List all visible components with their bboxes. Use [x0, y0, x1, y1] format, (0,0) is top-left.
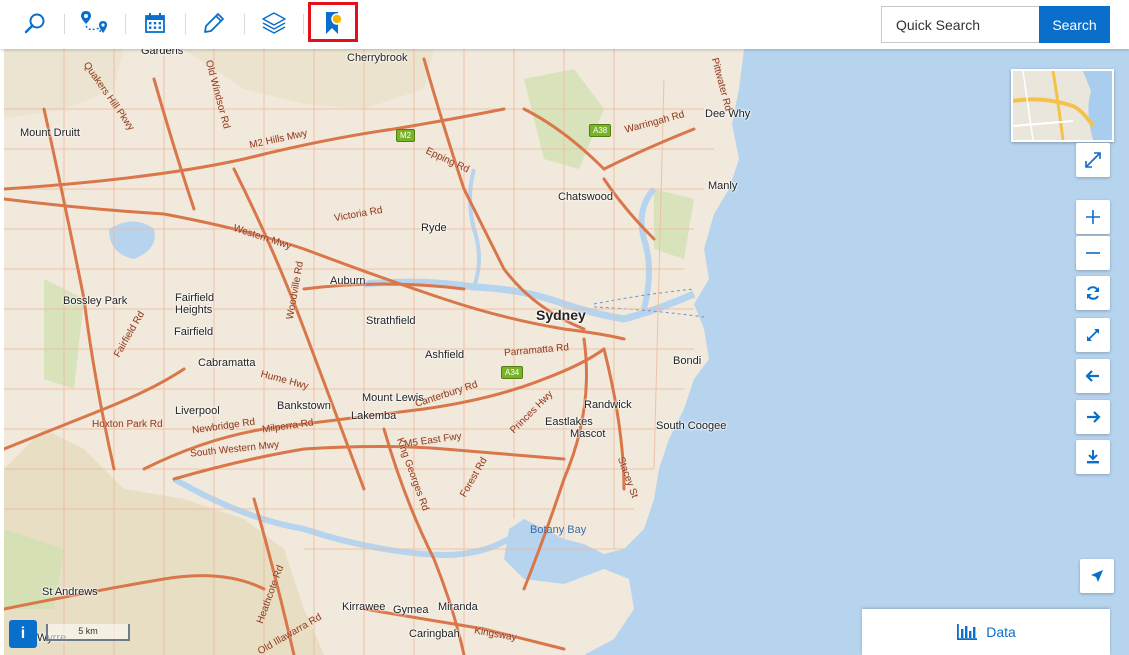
toolbar-separator: [125, 14, 126, 34]
place-label: Mount Druitt: [20, 127, 80, 139]
search-icon: [24, 13, 45, 34]
motorway-shield: M2: [396, 129, 416, 142]
overview-map[interactable]: [1011, 69, 1114, 142]
place-label: Liverpool: [175, 405, 220, 417]
search-button[interactable]: Search: [1039, 6, 1110, 43]
data-panel-label: Data: [986, 624, 1016, 640]
refresh-icon: [1087, 286, 1099, 300]
place-label: St Andrews: [42, 586, 98, 598]
scale-bar: 5 km: [46, 624, 130, 641]
refresh-button[interactable]: [1076, 276, 1110, 310]
data-panel-button[interactable]: Data: [862, 609, 1110, 655]
zoom-in-button[interactable]: [1076, 200, 1110, 234]
expand-icon: [1085, 152, 1101, 168]
layers-icon: [262, 12, 286, 34]
toolbar-separator: [303, 14, 304, 34]
motorway-shield: A38: [589, 124, 612, 137]
place-label: Cherrybrook: [347, 52, 408, 64]
locate-button[interactable]: [1080, 559, 1114, 593]
place-label: Miranda: [438, 601, 478, 613]
overview-map-image: [1013, 71, 1112, 140]
place-label: Ryde: [421, 222, 447, 234]
route-tool-button[interactable]: [70, 4, 120, 42]
place-label: Auburn: [330, 275, 366, 287]
quick-search-input[interactable]: [881, 6, 1039, 43]
place-label: Bossley Park: [63, 295, 128, 307]
place-label: Chatswood: [558, 191, 614, 203]
place-label: Manly: [708, 180, 738, 192]
full-extent-button[interactable]: [1076, 318, 1110, 352]
download-button[interactable]: [1076, 440, 1110, 474]
place-label: Randwick: [584, 399, 632, 411]
calendar-icon: [145, 13, 165, 33]
toolbar-separator: [244, 14, 245, 34]
previous-extent-button[interactable]: [1076, 359, 1110, 393]
road-label: Hoxton Park Rd: [92, 419, 163, 430]
place-label: Caringbah: [409, 628, 460, 640]
place-label: Bankstown: [277, 400, 331, 412]
place-label: Strathfield: [366, 315, 416, 327]
zoom-out-icon: [1086, 252, 1100, 254]
place-label: Mascot: [570, 428, 606, 440]
next-extent-button[interactable]: [1076, 400, 1110, 434]
water-label: Botany Bay: [530, 524, 587, 536]
navigation-arrow-icon: [1091, 570, 1103, 582]
toolbar-separator: [64, 14, 65, 34]
draw-tool-button[interactable]: [189, 4, 239, 42]
pencil-icon: [204, 13, 224, 33]
zoom-out-button[interactable]: [1076, 236, 1110, 270]
forward-icon: [1087, 411, 1101, 423]
place-label: Gymea: [393, 604, 429, 616]
zoom-in-icon: [1086, 210, 1100, 224]
city-label: Sydney: [536, 307, 586, 323]
motorway-shield: A34: [501, 366, 524, 379]
calendar-tool-button[interactable]: [130, 4, 180, 42]
place-label: Bondi: [673, 355, 702, 367]
fullscreen-button[interactable]: [1076, 143, 1110, 177]
info-button[interactable]: i: [9, 620, 37, 648]
place-label: South Coogee: [656, 420, 727, 432]
map-canvas[interactable]: Gardens Cherrybrook Mount Druitt Dee Why…: [4, 49, 1129, 655]
layers-tool-button[interactable]: [249, 4, 299, 42]
selected-tool-highlight: [308, 2, 358, 42]
top-toolbar: Search: [0, 0, 1129, 49]
place-label: Fairfield: [174, 326, 214, 338]
back-icon: [1085, 370, 1099, 382]
route-icon: [81, 11, 107, 34]
toolbar-separator: [185, 14, 186, 34]
bar-chart-icon: [957, 624, 978, 640]
place-label: Gardens: [141, 49, 184, 57]
download-icon: [1087, 450, 1099, 464]
place-label: Kirrawee: [342, 601, 386, 613]
place-label: Cabramatta: [198, 357, 256, 369]
place-label: Ashfield: [425, 349, 465, 361]
full-extent-icon: [1087, 329, 1099, 341]
search-tool-button[interactable]: [10, 4, 60, 42]
place-label: Fairfield Heights: [175, 292, 215, 316]
place-label: Eastlakes: [545, 416, 593, 428]
place-label: Lakemba: [351, 410, 397, 422]
